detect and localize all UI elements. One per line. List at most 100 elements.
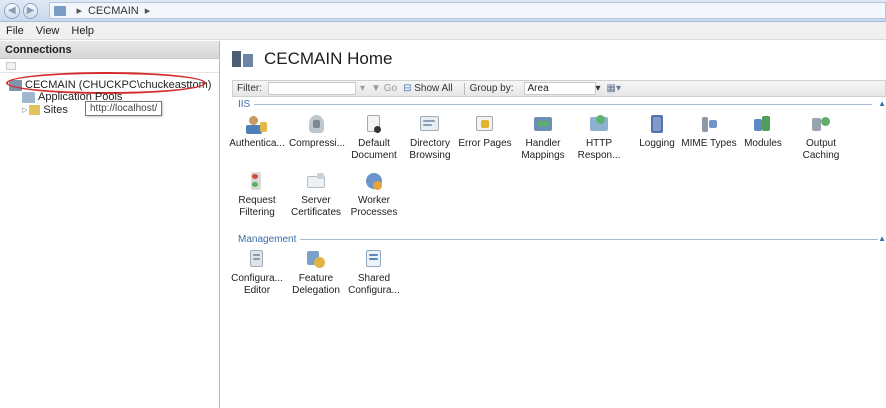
feature-authentication[interactable]: Authentica... — [228, 114, 286, 150]
feature-directory-browsing[interactable]: Directory Browsing — [401, 114, 459, 162]
feature-label: Document — [351, 150, 397, 161]
feature-label: Mappings — [521, 150, 565, 161]
page-header: CECMAIN Home — [232, 49, 392, 69]
feature-worker-processes[interactable]: Worker Processes — [345, 171, 403, 219]
worker-processes-icon — [363, 171, 385, 191]
shared-configuration-icon — [363, 249, 385, 269]
feature-label: Logging — [639, 138, 675, 149]
group-iis-label: IIS — [238, 99, 251, 110]
group-header-iis[interactable]: IIS — [238, 99, 873, 110]
chevron-right-icon[interactable]: ▸ — [145, 4, 151, 17]
group-management-label: Management — [238, 234, 297, 245]
forward-button[interactable]: ▶ — [22, 2, 39, 19]
feature-label: Delegation — [292, 285, 340, 296]
feature-server-certificates[interactable]: Server Certificates — [287, 171, 345, 219]
menu-view[interactable]: View — [36, 25, 60, 37]
breadcrumb-cecmain[interactable]: CECMAIN — [88, 5, 139, 17]
feature-feature-delegation[interactable]: Feature Delegation — [287, 249, 345, 297]
feature-label: Configura... — [348, 285, 400, 296]
feature-label: Configura... — [231, 273, 283, 284]
server-icon — [54, 5, 67, 16]
request-filtering-icon — [246, 171, 268, 191]
go-label: Go — [383, 83, 398, 94]
chevron-right-icon: ▸ — [76, 5, 82, 17]
output-caching-icon — [810, 114, 832, 134]
show-all-button[interactable]: ⊟ Show All — [403, 83, 453, 94]
collapse-icon[interactable]: ▲ — [878, 234, 886, 243]
authentication-icon — [246, 114, 268, 134]
group-header-management[interactable]: Management — [238, 234, 879, 245]
feature-shared-configuration[interactable]: Shared Configura... — [345, 249, 403, 297]
feature-default-document[interactable]: Default Document — [345, 114, 403, 162]
feature-error-pages[interactable]: Error Pages — [456, 114, 514, 150]
feature-modules[interactable]: Modules — [734, 114, 792, 150]
address-field[interactable]: ▸ CECMAIN ▸ — [49, 2, 886, 19]
feature-label: Default — [358, 138, 390, 149]
feature-label: Browsing — [409, 150, 451, 161]
handler-mappings-icon — [532, 114, 554, 134]
feature-handler-mappings[interactable]: Handler Mappings — [514, 114, 572, 162]
collapse-icon[interactable]: ▲ — [878, 99, 886, 108]
filter-bar: Filter: ▾ ▼ Go ⊟ Show All Group by: Area… — [232, 80, 886, 97]
tree-node-sites[interactable]: ▷ Sites — [22, 104, 68, 116]
feature-label: Server — [301, 195, 331, 206]
filter-dropdown-icon[interactable]: ▾ — [360, 83, 365, 94]
application-pools-icon — [22, 91, 35, 103]
feature-delegation-icon — [305, 249, 327, 269]
feature-mime-types[interactable]: MIME Types — [680, 114, 738, 150]
logging-icon — [646, 114, 668, 134]
menu-bar: File View Help — [0, 22, 886, 40]
directory-browsing-icon — [419, 114, 441, 134]
server-certificates-icon — [305, 171, 327, 191]
feature-label: HTTP — [585, 138, 613, 149]
group-by-select[interactable]: Area — [523, 82, 596, 95]
tree-node-sites-label: Sites — [43, 104, 68, 116]
go-button[interactable]: ▼ Go — [371, 83, 397, 94]
menu-file[interactable]: File — [6, 25, 24, 37]
feature-label: Caching — [802, 150, 840, 161]
error-pages-icon — [474, 114, 496, 134]
group-by-label: Group by: — [469, 83, 514, 94]
feature-http-response-headers[interactable]: HTTP Respon... — [570, 114, 628, 162]
feature-label: Modules — [744, 138, 782, 149]
feature-label: Processes — [350, 207, 398, 218]
expand-icon[interactable]: ▷ — [22, 106, 27, 114]
feature-compression[interactable]: Compressi... — [288, 114, 346, 150]
connections-title: Connections — [0, 41, 219, 59]
feature-label: Worker — [357, 195, 391, 206]
chevron-down-icon[interactable]: ▾ — [596, 83, 601, 94]
page-title: CECMAIN Home — [264, 49, 393, 68]
feature-output-caching[interactable]: Output Caching — [792, 114, 850, 162]
feature-label: Shared — [357, 273, 391, 284]
back-button[interactable]: ◀ — [4, 2, 20, 19]
show-all-label: Show All — [414, 83, 453, 94]
feature-label: MIME Types — [681, 138, 737, 149]
feature-configuration-editor[interactable]: Configura... Editor — [228, 249, 286, 297]
address-bar: ◀ ▶ ▸ CECMAIN ▸ — [0, 0, 886, 22]
mime-types-icon — [698, 114, 720, 134]
main-content: CECMAIN Home Filter: ▾ ▼ Go ⊟ Show All G… — [224, 41, 886, 408]
feature-label: Authentica... — [229, 138, 285, 149]
tooltip: http://localhost/ — [85, 101, 163, 116]
filter-input[interactable] — [268, 82, 356, 95]
feature-request-filtering[interactable]: Request Filtering — [228, 171, 286, 219]
sites-folder-icon — [29, 105, 41, 115]
feature-label: Editor — [243, 285, 271, 296]
feature-label: Certificates — [290, 207, 341, 218]
feature-label: Error Pages — [458, 138, 512, 149]
view-mode-icon[interactable]: ▦▾ — [607, 83, 621, 94]
divider — [463, 82, 465, 95]
connect-icon[interactable] — [6, 61, 16, 70]
feature-label: Handler — [525, 138, 561, 149]
connections-toolbar — [0, 59, 219, 73]
compression-icon — [306, 114, 328, 134]
feature-label: Respon... — [577, 150, 621, 161]
feature-logging[interactable]: Logging — [628, 114, 686, 150]
http-response-icon — [588, 114, 610, 134]
modules-icon — [752, 114, 774, 134]
connections-panel: Connections CECMAIN (CHUCKPC\chuckeastto… — [0, 41, 220, 408]
divider — [254, 104, 873, 105]
feature-label: Output — [805, 138, 837, 149]
feature-label: Filtering — [239, 207, 275, 218]
menu-help[interactable]: Help — [71, 25, 94, 37]
